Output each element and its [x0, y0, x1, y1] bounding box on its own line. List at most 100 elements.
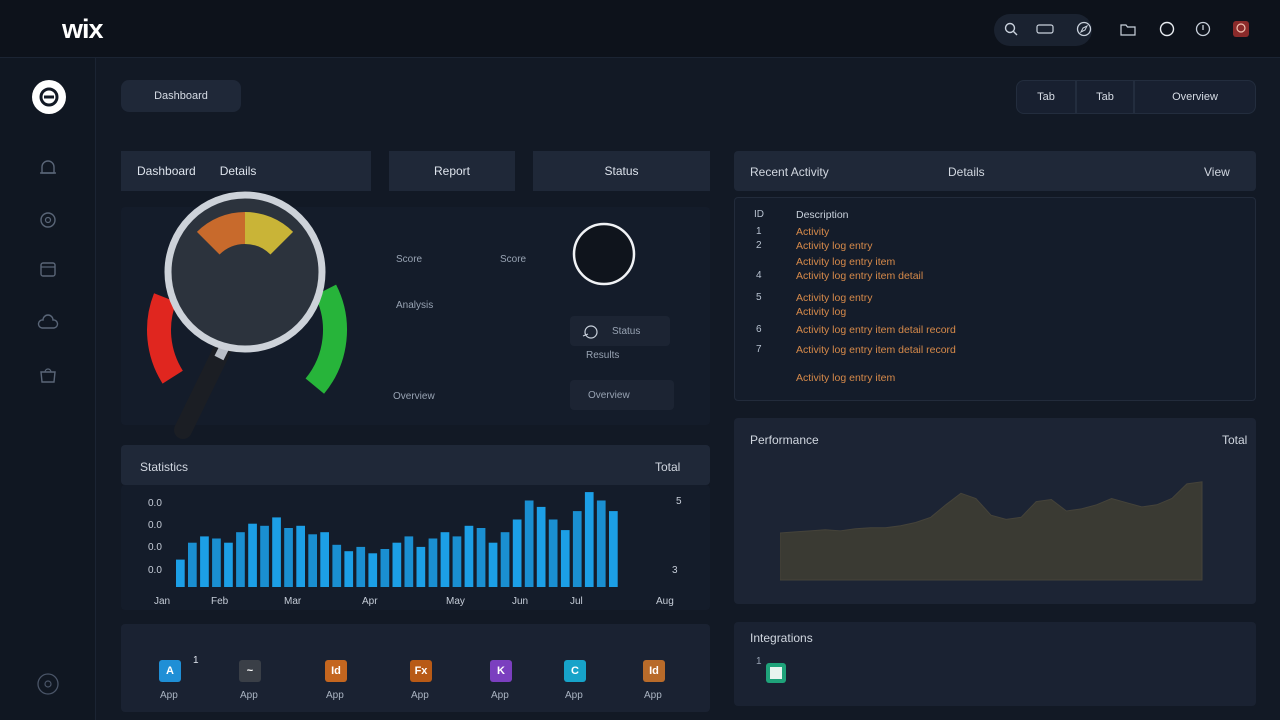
sidebar-item-cloud-icon[interactable] [34, 308, 62, 336]
bar-header [121, 445, 710, 485]
bar [476, 528, 486, 587]
bar [344, 551, 354, 587]
list-row[interactable]: Activity log entry item [796, 372, 895, 384]
bar [332, 544, 342, 587]
bar [380, 549, 390, 587]
compass-icon[interactable] [1074, 19, 1094, 39]
integrations-index: 1 [756, 656, 762, 667]
app-id2-icon[interactable]: Id [643, 660, 665, 682]
bar-x-label: May [446, 596, 465, 607]
bar [404, 536, 414, 587]
area-series [780, 481, 1203, 581]
help-icon[interactable] [1157, 19, 1177, 39]
bar [596, 500, 606, 587]
bar [248, 523, 257, 587]
bar [356, 546, 366, 587]
circle-icon[interactable] [570, 222, 638, 290]
list-row[interactable]: Activity [796, 226, 829, 238]
list-row[interactable]: Activity log entry [796, 292, 872, 304]
bar [560, 530, 570, 587]
segment-a[interactable]: Tab [1016, 80, 1076, 114]
list-row-index: 1 [756, 226, 762, 237]
app-fx-icon[interactable]: Fx [410, 660, 432, 682]
tab-detail-label: Details [219, 164, 257, 178]
folder-icon[interactable] [1118, 19, 1138, 39]
segment-b[interactable]: Tab [1076, 80, 1134, 114]
list-row-index: 5 [756, 292, 762, 303]
app-label: App [491, 690, 509, 701]
bar-y-label: 0.0 [148, 565, 162, 576]
list-row[interactable]: Activity log entry item [796, 256, 895, 268]
bell-icon[interactable] [1193, 19, 1213, 39]
list-row[interactable]: Activity log entry [796, 240, 872, 252]
sidebar-item-bell-icon[interactable] [34, 154, 62, 182]
sheet-icon[interactable] [766, 663, 786, 683]
app-label: App [240, 690, 258, 701]
sidebar-item-box-icon[interactable] [34, 255, 62, 283]
bar-x-label: Aug [656, 596, 674, 607]
list-mid-title: Details [948, 165, 985, 179]
app-label: App [565, 690, 583, 701]
bar-right-y: 3 [672, 565, 678, 576]
list-title: Recent Activity [750, 165, 829, 179]
wix-logo[interactable]: wix [62, 14, 104, 45]
gauge-slice [147, 293, 184, 384]
app-label: App [326, 690, 344, 701]
bar [572, 511, 582, 587]
bar-x-label: Jun [512, 596, 529, 607]
bar [188, 542, 197, 587]
list-row[interactable]: Activity log entry item detail record [796, 344, 956, 356]
app-c-icon[interactable]: C [564, 660, 586, 682]
avatar-icon[interactable] [1231, 19, 1251, 39]
bar [512, 519, 522, 587]
bar-x-label: Mar [284, 596, 302, 607]
bar [236, 532, 245, 587]
integrations-title: Integrations [750, 631, 813, 645]
app-badge: 1 [193, 655, 199, 666]
bar [524, 500, 534, 587]
results-label: Results [586, 350, 620, 361]
bar [464, 525, 474, 587]
overview-chip-label: Overview [588, 390, 630, 401]
bar [308, 534, 317, 587]
bar-x-label: Apr [362, 596, 378, 607]
brand-icon[interactable] [32, 80, 66, 114]
bar [536, 506, 546, 587]
bar [320, 532, 329, 587]
segment-c[interactable]: Overview [1134, 80, 1256, 114]
tab-report[interactable]: Report [389, 151, 515, 191]
chart-line-icon[interactable]: ~ [239, 660, 261, 682]
app-k-icon[interactable]: K [490, 660, 512, 682]
bar-right-y: 5 [676, 496, 682, 507]
list-head-desc: Description [796, 209, 849, 221]
bar [500, 532, 510, 587]
bar-chart [176, 492, 618, 587]
bar [260, 525, 269, 587]
status-chip-label: Status [612, 326, 641, 337]
bar-y-label: 0.0 [148, 520, 162, 531]
bar [428, 538, 438, 587]
sidebar-item-settings-icon[interactable] [34, 206, 62, 234]
gauge-mini-icon [582, 325, 598, 339]
app-label: App [411, 690, 429, 701]
tab-overview[interactable]: Dashboard Details [121, 151, 371, 191]
area-total-label: Total [1222, 433, 1248, 447]
bar [272, 517, 281, 587]
list-row[interactable]: Activity log entry item detail [796, 270, 923, 282]
bar-x-label: Jan [154, 596, 171, 607]
sidebar-item-bag-icon[interactable] [34, 361, 62, 389]
gauge-line1-a: Score [396, 254, 423, 265]
list-row[interactable]: Activity log entry item detail record [796, 324, 956, 336]
dashboard-pill[interactable]: Dashboard [121, 80, 241, 112]
area-title: Performance [750, 433, 819, 447]
app-id-icon[interactable]: Id [325, 660, 347, 682]
search-icon[interactable] [1001, 19, 1021, 39]
app-label: App [160, 690, 178, 701]
bar [224, 542, 233, 587]
list-view-link[interactable]: View [1204, 165, 1230, 179]
list-row[interactable]: Activity log [796, 306, 846, 318]
message-icon[interactable] [1033, 19, 1057, 39]
app-a-icon[interactable]: A [159, 660, 181, 682]
tab-status[interactable]: Status [533, 151, 710, 191]
sidebar-bottom-settings-icon[interactable] [34, 670, 62, 698]
